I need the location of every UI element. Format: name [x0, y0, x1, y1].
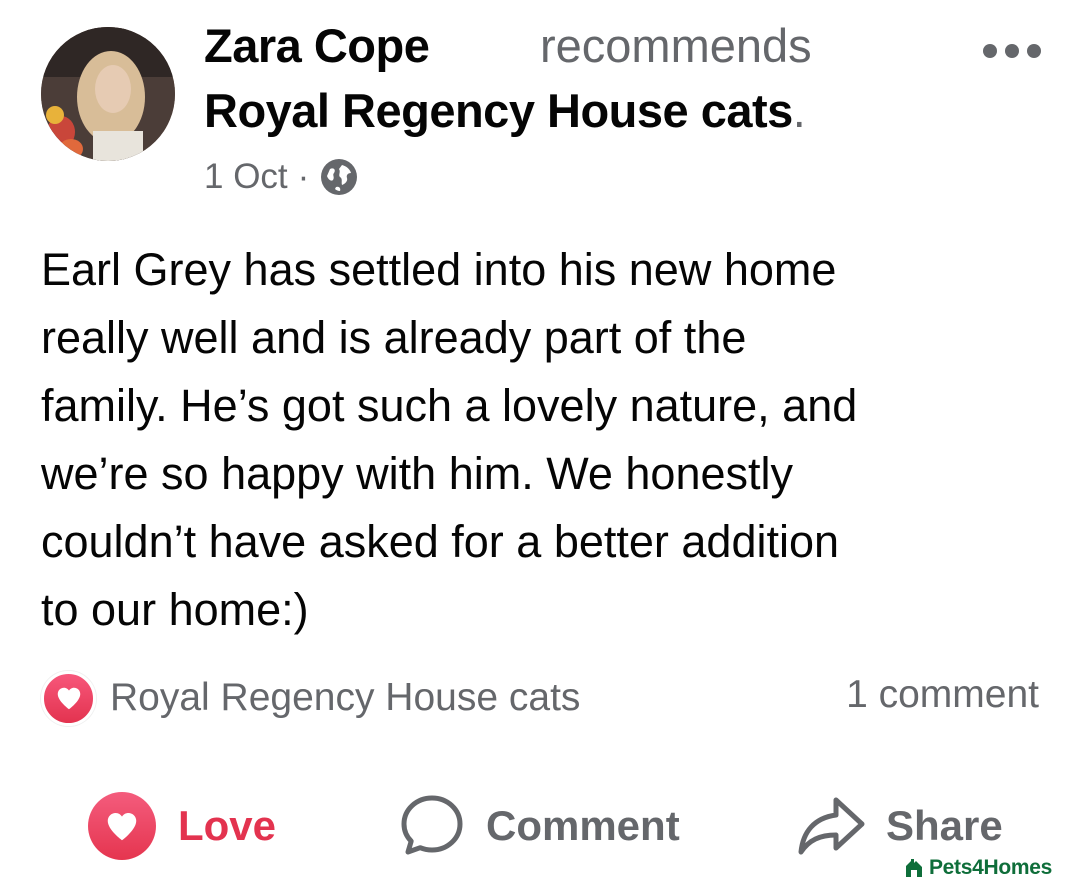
meta-separator: · — [297, 157, 310, 196]
post-date[interactable]: 1 Oct — [204, 157, 288, 197]
post-body-text: Earl Grey has settled into his new home … — [41, 244, 858, 635]
recommends-text: recommends — [540, 19, 812, 72]
reactions-summary[interactable]: Royal Regency House cats — [41, 670, 580, 726]
love-button-label: Love — [178, 802, 277, 849]
heart-icon — [41, 670, 96, 726]
comment-button-label: Comment — [486, 802, 680, 849]
comment-button[interactable]: Comment — [398, 790, 680, 862]
more-dot-icon — [983, 44, 997, 58]
facebook-post: Zara Cope recommends Royal Regency House… — [0, 0, 1080, 894]
love-button[interactable]: Love — [88, 790, 276, 862]
heart-icon — [88, 792, 156, 860]
share-arrow-icon — [796, 794, 866, 858]
globe-icon[interactable] — [319, 157, 359, 197]
recommended-page-name[interactable]: Royal Regency House cats. — [204, 83, 806, 138]
share-button[interactable]: Share — [796, 790, 1003, 862]
share-button-label: Share — [886, 802, 1003, 849]
more-options-button[interactable] — [972, 34, 1052, 68]
more-dot-icon — [1005, 44, 1019, 58]
pets4homes-watermark: Pets4Homes — [903, 856, 1052, 880]
comment-bubble-icon — [398, 792, 466, 860]
watermark-text: Pets4Homes — [928, 856, 1052, 879]
page-name-label[interactable]: Royal Regency House cats — [204, 84, 793, 137]
post-meta: 1 Oct · — [204, 157, 359, 197]
more-dot-icon — [1027, 44, 1041, 58]
comment-count-link[interactable]: 1 comment — [846, 673, 1039, 717]
pets4homes-logo-icon — [905, 859, 922, 877]
reactor-name: Royal Regency House cats — [110, 676, 581, 719]
author-name[interactable]: Zara Cope — [204, 18, 430, 73]
page-name-period: . — [792, 84, 806, 137]
author-avatar[interactable] — [41, 27, 175, 161]
